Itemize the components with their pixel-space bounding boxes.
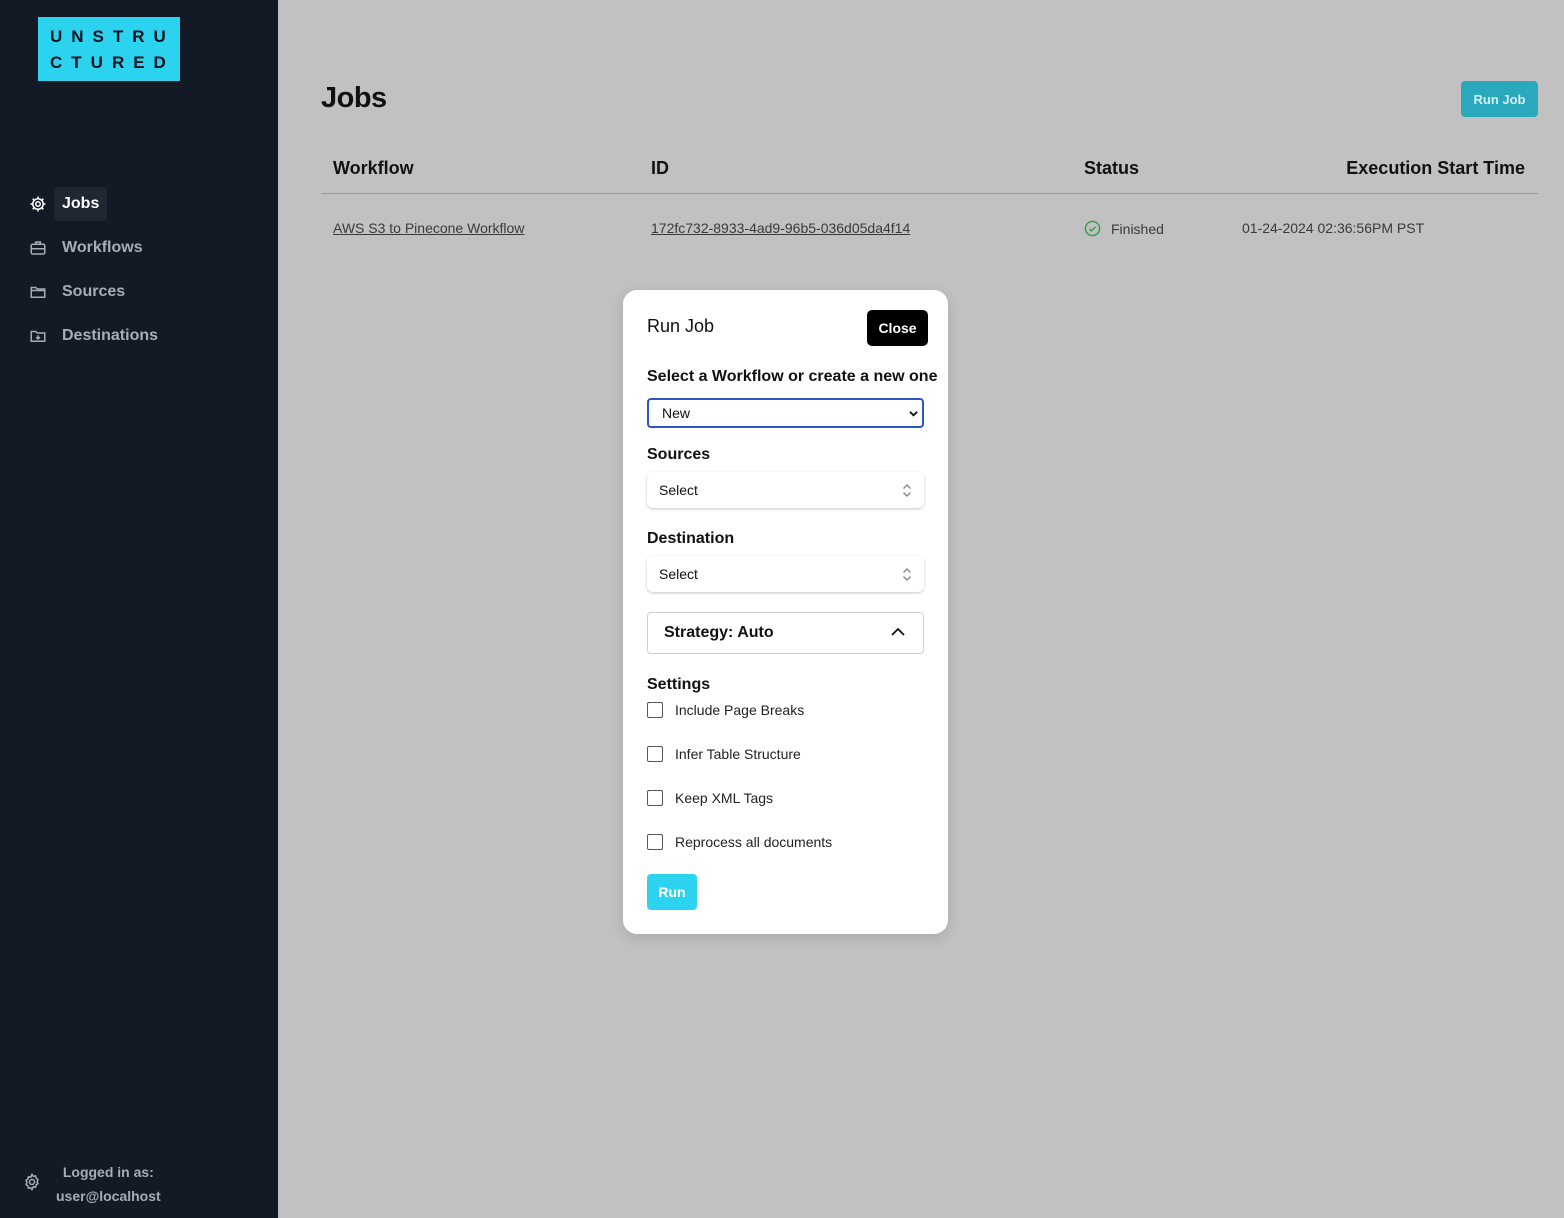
run-job-button[interactable]: Run Job (1461, 81, 1538, 117)
logo-line-2: CTURED (50, 53, 175, 72)
workflow-select-label: Select a Workflow or create a new one (647, 368, 938, 385)
unstructured-logo[interactable]: UNSTRU CTURED (38, 17, 180, 81)
header-status: Status (1084, 158, 1140, 178)
run-button[interactable]: Run (647, 874, 697, 910)
folder-icon (24, 278, 52, 306)
modal-title: Run Job (647, 316, 715, 336)
briefcase-icon (24, 234, 52, 262)
sidebar-item-destinations[interactable]: Destinations (24, 316, 264, 356)
destination-label: Destination (647, 530, 735, 547)
table-header: Workflow ID Status Execution Start Time (321, 150, 1538, 194)
setting-reprocess-all-documents[interactable]: Reprocess all documents (647, 834, 832, 850)
settings-label: Settings (647, 676, 711, 693)
strategy-label: Strategy: Auto (664, 624, 774, 641)
run-job-modal: Run Job Close Select a Workflow or creat… (623, 290, 948, 934)
checkbox[interactable] (647, 702, 663, 718)
updown-chevron-icon (903, 568, 911, 581)
sidebar-item-label: Jobs (54, 187, 108, 221)
sidebar-item-label: Sources (62, 283, 126, 300)
sources-label: Sources (647, 446, 711, 463)
checkbox-label: Infer Table Structure (675, 746, 801, 762)
header-id: ID (651, 158, 669, 178)
sidebar-item-jobs[interactable]: Jobs (24, 184, 264, 224)
sidebar-nav: Jobs Workflows Sources Destinations (24, 184, 264, 360)
setting-infer-table-structure[interactable]: Infer Table Structure (647, 746, 801, 762)
chevron-down-icon (909, 411, 918, 417)
job-id-link[interactable]: 172fc732-8933-4ad9-96b5-036d05da4f14 (651, 220, 910, 236)
folder-download-icon (24, 322, 52, 350)
page-title: Jobs (321, 82, 387, 114)
updown-chevron-icon (903, 484, 911, 497)
destination-select-value: Select (659, 566, 698, 582)
status-cell: Finished (1084, 220, 1164, 237)
checkbox-label: Keep XML Tags (675, 790, 774, 806)
close-button[interactable]: Close (867, 310, 928, 346)
sidebar-item-sources[interactable]: Sources (24, 272, 264, 312)
start-time: 01-24-2024 02:36:56PM PST (1242, 220, 1425, 236)
checkbox-label: Reprocess all documents (675, 834, 833, 850)
sidebar: UNSTRU CTURED Jobs Workflows Sources Des… (0, 0, 278, 1218)
sources-select-value: Select (659, 482, 698, 498)
jobs-table: Workflow ID Status Execution Start Time … (321, 150, 1538, 262)
sidebar-item-label: Destinations (62, 327, 159, 344)
gear-icon (24, 190, 52, 218)
checkbox-label: Include Page Breaks (675, 702, 805, 718)
sidebar-item-label: Workflows (62, 239, 143, 256)
setting-include-page-breaks[interactable]: Include Page Breaks (647, 702, 804, 718)
workflow-link[interactable]: AWS S3 to Pinecone Workflow (333, 220, 524, 236)
logo-line-1: UNSTRU (50, 27, 175, 46)
checkbox[interactable] (647, 790, 663, 806)
checkbox[interactable] (647, 834, 663, 850)
sidebar-item-workflows[interactable]: Workflows (24, 228, 264, 268)
table-row: AWS S3 to Pinecone Workflow 172fc732-893… (321, 194, 1538, 262)
header-workflow: Workflow (333, 158, 414, 178)
setting-keep-xml-tags[interactable]: Keep XML Tags (647, 790, 773, 806)
header-execution-start-time: Execution Start Time (1346, 158, 1525, 178)
status-text: Finished (1111, 220, 1164, 237)
logged-in-label: Logged in as: (62, 1164, 154, 1180)
checkbox[interactable] (647, 746, 663, 762)
workflow-select[interactable]: New (647, 398, 924, 428)
destination-select[interactable]: Select (647, 556, 924, 592)
logged-in-user: user@localhost (56, 1188, 161, 1204)
workflow-select-value: New (662, 405, 691, 421)
sources-select[interactable]: Select (647, 472, 924, 508)
logged-in-text: Logged in as: user@localhost (56, 1160, 161, 1208)
strategy-accordion[interactable]: Strategy: Auto (647, 612, 924, 654)
chevron-up-icon (891, 627, 905, 636)
check-circle-icon (1084, 220, 1101, 237)
settings-icon[interactable] (22, 1172, 42, 1197)
user-footer: Logged in as: user@localhost (22, 1160, 262, 1208)
